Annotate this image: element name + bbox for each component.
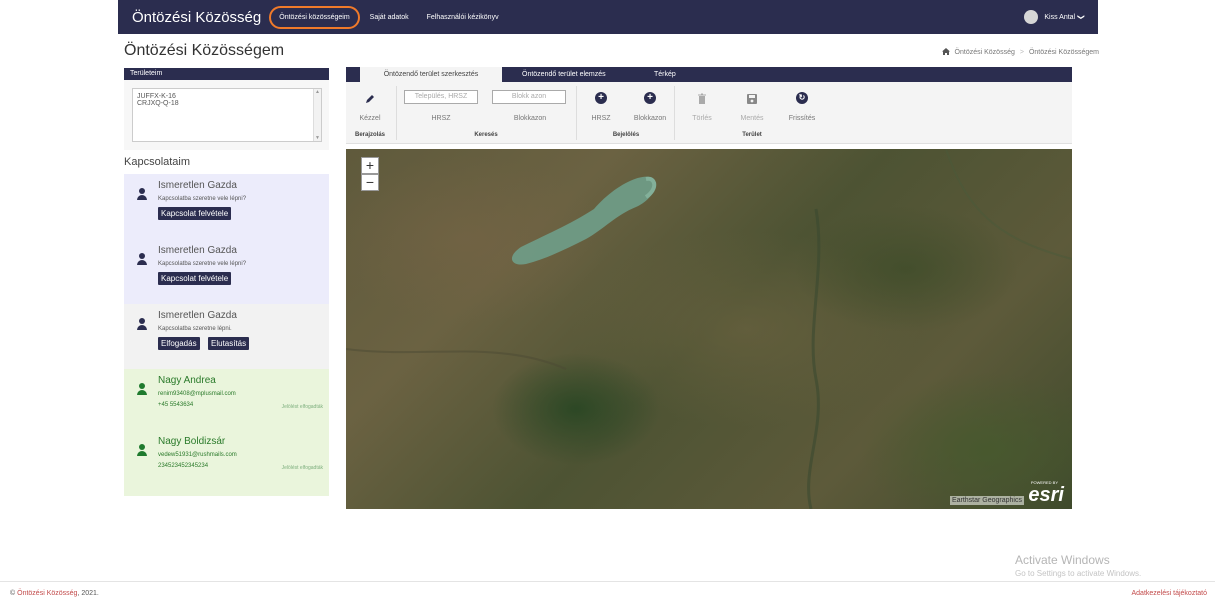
copyright-year: , 2021.: [77, 590, 99, 597]
contact-text: Kapcsolatba szeretne vele lépni?: [158, 261, 247, 267]
user-menu[interactable]: Kiss Antal ❯: [1024, 10, 1084, 24]
reject-button[interactable]: Elutasítás: [208, 337, 250, 350]
map-terrain: [346, 149, 1072, 509]
zoom-out-button[interactable]: −: [361, 174, 379, 191]
add-hrsz-icon[interactable]: +: [595, 92, 607, 104]
contact-text: Kapcsolatba szeretne vele lépni?: [158, 196, 247, 202]
status-badge: Jelölést elfogadták: [281, 404, 323, 410]
user-icon: [137, 318, 147, 330]
user-name: Kiss Antal: [1044, 13, 1076, 21]
contacts-title: Kapcsolataim: [124, 156, 191, 168]
mark-block-label[interactable]: Blokkazon: [634, 115, 666, 122]
satellite-map[interactable]: + − Earthstar Geographics POWERED BY esr…: [346, 149, 1072, 509]
divider: [576, 86, 577, 140]
tabs-bar: Öntözendő terület szerkesztés Öntözendő …: [346, 67, 1072, 82]
pencil-icon[interactable]: [364, 92, 376, 104]
home-icon: [941, 48, 950, 57]
block-search-input[interactable]: Blokk azon: [492, 90, 566, 104]
contact-name: Nagy Boldizsár: [158, 436, 226, 447]
tab-area-edit[interactable]: Öntözendő terület szerkesztés: [360, 67, 502, 82]
nav-link-user-manual[interactable]: Felhasználói kézikönyv: [427, 14, 499, 21]
breadcrumb-item-home[interactable]: Öntözési Közösség: [955, 49, 1015, 56]
contact-email[interactable]: renim93408@mplusmail.com: [158, 391, 236, 397]
windows-activation-subtitle: Go to Settings to activate Windows.: [1015, 569, 1142, 578]
add-block-icon[interactable]: +: [644, 92, 656, 104]
nav-link-own-data[interactable]: Saját adatok: [370, 14, 409, 21]
contact-name: Ismeretlen Gazda: [158, 310, 237, 321]
privacy-link[interactable]: Adatkezelési tájékoztató: [1132, 590, 1208, 597]
manual-draw-label[interactable]: Kézzel: [359, 115, 380, 122]
contact-phone: +45 5543634: [158, 402, 194, 408]
breadcrumb: Öntözési Közösség > Öntözési Közösségem: [941, 48, 1099, 57]
user-icon: [137, 383, 147, 395]
copyright-symbol: ©: [10, 590, 16, 597]
divider: [674, 86, 675, 140]
search-group-label: Keresés: [474, 132, 498, 138]
status-badge: Jelölést elfogadták: [281, 465, 323, 471]
copyright-link[interactable]: Öntözési Közösség: [17, 590, 77, 597]
avatar: [1024, 10, 1039, 24]
top-navbar: Öntözési Közösség Öntözési közösségeim S…: [118, 0, 1098, 34]
contact-card: Nagy Boldizsár vedew51931@rushmails.com …: [124, 430, 329, 496]
map-toolbar: Kézzel Berajzolás Település, HRSZ Blokk …: [346, 82, 1072, 144]
tab-map[interactable]: Térkép: [644, 67, 686, 82]
areas-header: Területeim: [124, 68, 329, 80]
contact-card: Ismeretlen Gazda Kapcsolatba szeretne lé…: [124, 304, 329, 370]
contact-email[interactable]: vedew51931@rushmails.com: [158, 452, 237, 458]
block-search-label: Blokkazon: [513, 115, 547, 122]
area-item[interactable]: CRJXQ-Q-18: [137, 100, 317, 107]
windows-activation-title: Activate Windows: [1015, 553, 1110, 567]
hrsz-search-label: HRSZ: [431, 115, 451, 122]
scroll-down-icon[interactable]: ▼: [314, 135, 321, 141]
divider: [396, 86, 397, 140]
footer-copyright: © Öntözési Közösség, 2021.: [10, 590, 99, 597]
contact-phone: 234523452345234: [158, 463, 209, 469]
contact-card: Ismeretlen Gazda Kapcsolatba szeretne ve…: [124, 239, 329, 305]
connect-button[interactable]: Kapcsolat felvétele: [158, 207, 232, 220]
esri-logo: esri: [1028, 484, 1064, 506]
contact-name: Ismeretlen Gazda: [158, 245, 237, 256]
mark-hrsz-label[interactable]: HRSZ: [591, 115, 610, 122]
user-icon: [137, 188, 147, 200]
areas-panel: JUFFX-K-16 CRJXQ-Q-18 ▲ ▼: [124, 80, 329, 150]
contact-name: Ismeretlen Gazda: [158, 180, 237, 191]
areas-scrollbar[interactable]: ▲ ▼: [313, 89, 321, 141]
contact-card: Nagy Andrea renim93408@mplusmail.com +45…: [124, 369, 329, 435]
breadcrumb-separator: >: [1019, 49, 1024, 56]
accept-button[interactable]: Elfogadás: [158, 337, 200, 350]
draw-group-label: Berajzolás: [354, 132, 386, 138]
brand-title[interactable]: Öntözési Közösség: [132, 9, 261, 26]
map-attribution: Earthstar Geographics: [949, 496, 1024, 505]
mark-group-label: Bejelölés: [612, 132, 640, 138]
area-group-label: Terület: [742, 132, 762, 138]
scroll-up-icon[interactable]: ▲: [314, 89, 321, 95]
areas-list[interactable]: JUFFX-K-16 CRJXQ-Q-18 ▲ ▼: [132, 88, 322, 142]
chevron-down-icon: ❯: [1077, 14, 1085, 20]
tab-area-analysis[interactable]: Öntözendő terület elemzés: [512, 67, 616, 82]
breadcrumb-item-current: Öntözési Közösségem: [1028, 49, 1099, 56]
save-icon[interactable]: [746, 92, 758, 104]
refresh-icon[interactable]: ↻: [796, 92, 808, 104]
delete-label[interactable]: Törlés: [692, 115, 711, 122]
nav-link-my-communities[interactable]: Öntözési közösségeim: [269, 5, 360, 29]
zoom-in-button[interactable]: +: [361, 157, 379, 174]
page-title: Öntözési Közösségem: [124, 42, 285, 59]
connect-button[interactable]: Kapcsolat felvétele: [158, 272, 232, 285]
contact-text: Kapcsolatba szeretne lépni.: [158, 326, 232, 332]
refresh-label[interactable]: Frissítés: [789, 115, 815, 122]
trash-icon[interactable]: [696, 92, 708, 104]
user-icon: [137, 253, 147, 265]
user-icon: [137, 444, 147, 456]
contact-card: Ismeretlen Gazda Kapcsolatba szeretne ve…: [124, 174, 329, 240]
area-item[interactable]: JUFFX-K-16: [137, 93, 317, 100]
save-label[interactable]: Mentés: [741, 115, 764, 122]
settlement-search-input[interactable]: Település, HRSZ: [404, 90, 478, 104]
contact-name: Nagy Andrea: [158, 375, 216, 386]
footer-divider: [0, 581, 1215, 582]
